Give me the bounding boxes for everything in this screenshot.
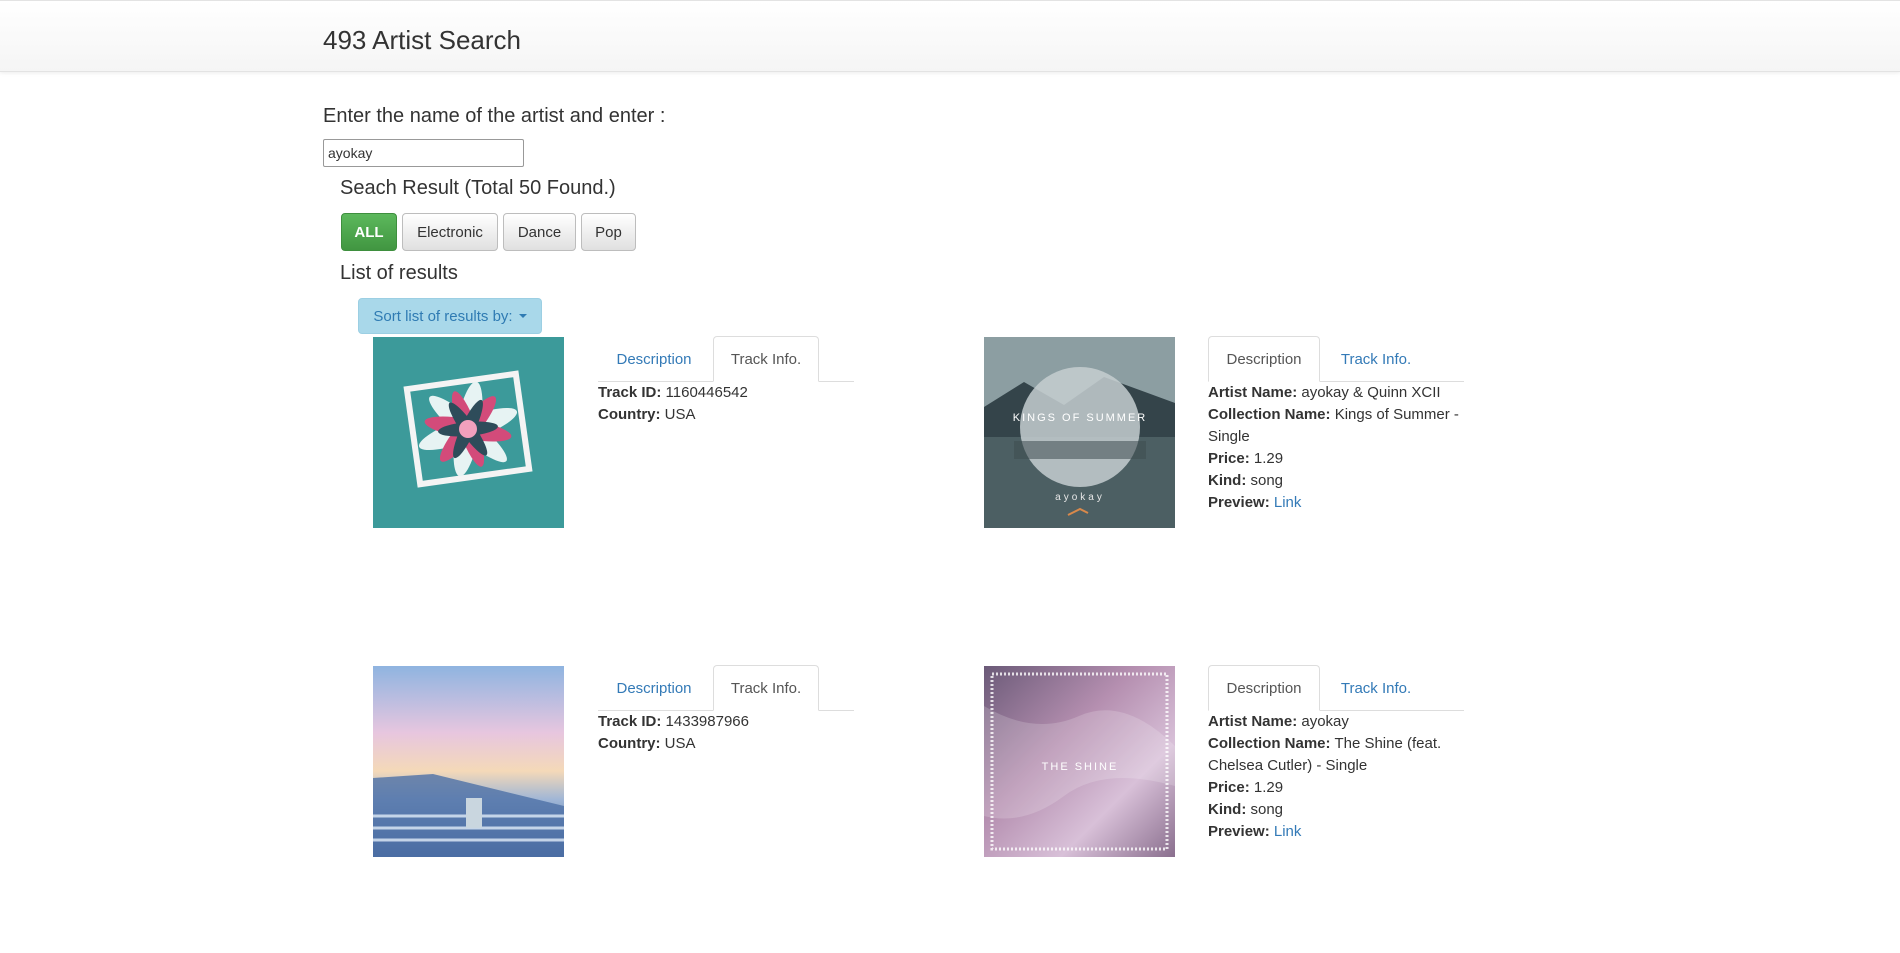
tab-description[interactable]: Description: [1208, 336, 1320, 382]
preview-label: Preview:: [1208, 494, 1270, 511]
country-label: Country:: [598, 406, 661, 423]
tab-track-info[interactable]: Track Info.: [713, 336, 819, 382]
preview-link[interactable]: Link: [1274, 823, 1302, 840]
price-value: 1.29: [1253, 450, 1284, 467]
kind-row: Kind: song: [1208, 799, 1470, 821]
artist-name-row: Artist Name: ayokay & Quinn XCII: [1208, 382, 1470, 404]
page-title[interactable]: 493 Artist Search: [323, 25, 521, 56]
preview-row: Preview: Link: [1208, 492, 1470, 514]
track-id-label: Track ID:: [598, 384, 662, 401]
album-artwork: [373, 337, 564, 528]
description-panel: Artist Name: ayokay Collection Name: The…: [1208, 711, 1470, 843]
description-panel: Artist Name: ayokay & Quinn XCII Collect…: [1208, 382, 1470, 514]
track-info-panel: Track ID: 1433987966 Country: USA: [598, 711, 848, 755]
navbar: 493 Artist Search: [0, 0, 1900, 72]
artist-name-label: Artist Name:: [1208, 384, 1298, 401]
price-label: Price:: [1208, 450, 1250, 467]
kind-value: song: [1250, 801, 1284, 818]
kind-row: Kind: song: [1208, 470, 1470, 492]
kind-label: Kind:: [1208, 801, 1247, 818]
tab-description[interactable]: Description: [598, 336, 710, 382]
track-info-panel: Track ID: 1160446542 Country: USA: [598, 382, 848, 426]
papercut-flower-artwork-icon: [373, 337, 564, 528]
artist-name-row: Artist Name: ayokay: [1208, 711, 1470, 733]
track-id-value: 1160446542: [665, 384, 748, 401]
filter-all-button[interactable]: ALL: [341, 213, 397, 251]
artwork-artist-text: ayokay: [1055, 492, 1105, 503]
list-of-results-title: List of results: [340, 262, 458, 284]
price-row: Price: 1.29: [1208, 448, 1470, 470]
kind-value: song: [1250, 472, 1284, 489]
collection-name-row: Collection Name: Kings of Summer - Singl…: [1208, 404, 1470, 448]
the-shine-artwork-icon: THE SHINE: [984, 666, 1175, 857]
artwork-title-text: THE SHINE: [1042, 761, 1119, 773]
album-artwork: THE SHINE: [984, 666, 1175, 857]
country-label: Country:: [598, 735, 661, 752]
kings-of-summer-artwork-icon: KINGS OF SUMMER ayokay: [984, 337, 1175, 528]
track-id-value: 1433987966: [665, 713, 749, 730]
artist-name-value: ayokay & Quinn XCII: [1301, 384, 1441, 401]
card-tabs: Description Track Info.: [598, 665, 854, 711]
preview-label: Preview:: [1208, 823, 1270, 840]
collection-name-label: Collection Name:: [1208, 735, 1331, 752]
card-tabs: Description Track Info.: [1208, 336, 1464, 382]
tab-track-info[interactable]: Track Info.: [1323, 665, 1429, 711]
sort-label: Sort list of results by:: [373, 307, 513, 325]
track-id-row: Track ID: 1160446542: [598, 382, 848, 404]
card-tabs: Description Track Info.: [1208, 665, 1464, 711]
artwork-title-text: KINGS OF SUMMER: [1013, 412, 1148, 424]
preview-link[interactable]: Link: [1274, 494, 1302, 511]
card-tabs: Description Track Info.: [598, 336, 854, 382]
tab-description[interactable]: Description: [598, 665, 710, 711]
country-value: USA: [664, 406, 696, 423]
album-artwork: [373, 666, 564, 857]
artist-search-input[interactable]: [323, 139, 524, 167]
price-row: Price: 1.29: [1208, 777, 1470, 799]
track-id-row: Track ID: 1433987966: [598, 711, 848, 733]
collection-name-row: Collection Name: The Shine (feat. Chelse…: [1208, 733, 1470, 777]
collection-name-label: Collection Name:: [1208, 406, 1331, 423]
tab-description[interactable]: Description: [1208, 665, 1320, 711]
preview-row: Preview: Link: [1208, 821, 1470, 843]
price-value: 1.29: [1253, 779, 1284, 796]
search-result-title: Seach Result (Total 50 Found.): [340, 177, 616, 199]
tab-track-info[interactable]: Track Info.: [713, 665, 819, 711]
sort-dropdown-button[interactable]: Sort list of results by:: [358, 298, 542, 334]
filter-electronic-button[interactable]: Electronic: [402, 213, 498, 251]
track-id-label: Track ID:: [598, 713, 662, 730]
caret-down-icon: [518, 314, 527, 318]
tab-track-info[interactable]: Track Info.: [1323, 336, 1429, 382]
search-prompt: Enter the name of the artist and enter :: [323, 105, 666, 127]
country-row: Country: USA: [598, 404, 848, 426]
sunset-pier-artwork-icon: [373, 666, 564, 857]
album-artwork: KINGS OF SUMMER ayokay: [984, 337, 1175, 528]
artist-name-label: Artist Name:: [1208, 713, 1298, 730]
filter-dance-button[interactable]: Dance: [503, 213, 576, 251]
artist-name-value: ayokay: [1301, 713, 1349, 730]
country-row: Country: USA: [598, 733, 848, 755]
kind-label: Kind:: [1208, 472, 1247, 489]
country-value: USA: [664, 735, 696, 752]
filter-pop-button[interactable]: Pop: [581, 213, 636, 251]
price-label: Price:: [1208, 779, 1250, 796]
